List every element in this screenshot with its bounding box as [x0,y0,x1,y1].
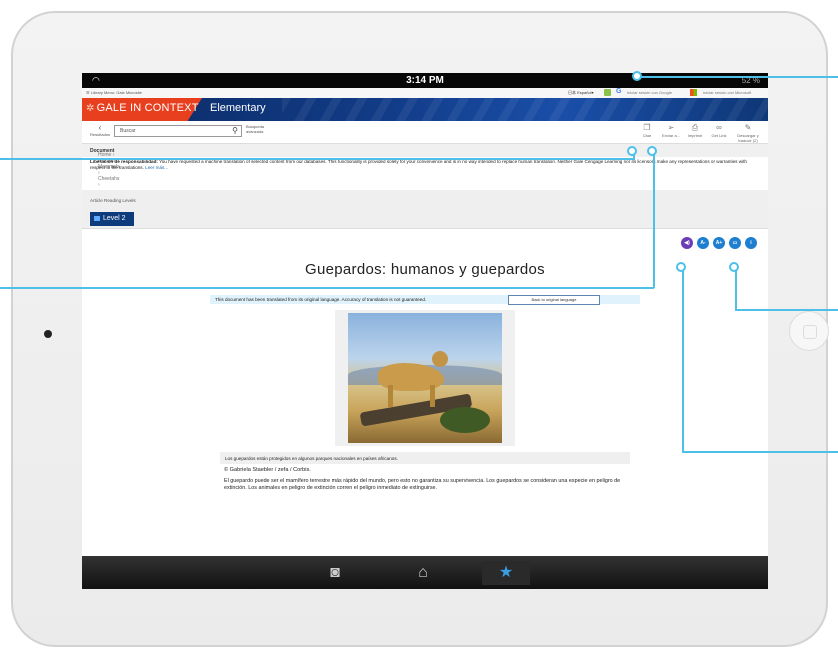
screen: ◠ 3:14 PM 52 % ☰ Library Menu: Gale Micr… [82,73,768,589]
library-menu-link[interactable]: ☰ Library Menu: Gale Microsite [86,90,142,95]
google-signin-link[interactable]: Iniciar sesión con Google [627,90,672,95]
callout-line-right-3 [735,309,838,311]
callout-dot-2 [647,146,657,156]
article-body: El guepardo puede ser el mamífero terres… [224,478,621,491]
cite-icon: ❐ [643,123,651,132]
level-2-button[interactable]: Level 2 [90,212,134,226]
callout-dot-4 [676,262,686,272]
translate-icon [604,89,611,96]
camera-icon[interactable]: ◙ [311,561,359,585]
product-level: Elementary [210,102,266,114]
reading-levels: Article Reading Levels Level 2 [82,190,768,229]
speaker-icon[interactable]: ◀) [681,237,693,249]
callout-connector-2 [653,154,655,288]
search-placeholder: Buscar [120,128,136,134]
breadcrumb: Home › Animals › Mammals › Cheetahs › Do… [82,144,768,188]
home-icon[interactable]: ⌂ [399,561,447,585]
advanced-search-link[interactable]: Búsqueda avanzada [246,124,270,134]
microsoft-icon [690,89,697,96]
microsoft-signin-link[interactable]: Iniciar sesión con Microsoft [703,90,751,95]
callout-dot-top [632,71,642,81]
photo-credit: © Gabriela Staebler / zefa / Corbis. [224,467,311,473]
callout-line-top [638,76,838,78]
increase-text-icon[interactable]: A+ [713,237,725,249]
send-button[interactable]: ➢ Enviar a... [662,123,680,143]
link-icon: ∞ [716,123,722,132]
reading-tools: ◀) A- A+ ▭ i [681,237,757,249]
search-input[interactable]: Buscar ⚲ [114,125,242,137]
reading-levels-label: Article Reading Levels [90,198,136,203]
callout-dot-3 [729,262,739,272]
send-icon: ➢ [667,123,675,132]
dictionary-icon[interactable]: ▭ [729,237,741,249]
get-link-button[interactable]: ∞ Get Link [710,123,728,143]
star-icon[interactable]: ★ [482,561,530,585]
document-tools: ❐ Citar ➢ Enviar a... ⎙ Imprimir ∞ Get Link … [638,123,762,143]
translation-notice: This document has been translated from i… [210,295,640,305]
print-icon: ⎙ [691,123,699,132]
download-button[interactable]: ✎ Descargar y traducir (2) [734,123,762,143]
back-to-original-button[interactable]: Back to original language [508,295,600,305]
callout-line-left-1 [0,158,634,160]
language-selector[interactable]: 日本 Español▾ [568,90,594,96]
tab-bar: ◙ ⌂ ★ [82,556,768,589]
callout-connector-4 [682,270,684,452]
level-icon [94,215,100,221]
decrease-text-icon[interactable]: A- [697,237,709,249]
callout-dot-1 [627,146,637,156]
info-icon[interactable]: i [745,237,757,249]
cite-button[interactable]: ❐ Citar [638,123,656,143]
callout-line-left-2 [0,287,654,289]
home-button[interactable] [789,311,829,351]
callout-line-right-4 [682,451,838,453]
gale-logo[interactable]: ✲ GALE IN CONTEXT [86,102,199,114]
cheetah-photo [335,310,515,446]
camera-lens [44,330,52,338]
document-title: Guepardos: humanos y guepardos [305,261,545,278]
back-to-results-button[interactable]: ‹ Resultados [90,123,110,137]
photo-caption: Los guepardos están protegidos en alguno… [220,452,630,464]
read-more-link[interactable]: Leer más... [145,165,168,170]
product-banner: ✲ GALE IN CONTEXT Elementary [82,98,768,121]
print-button[interactable]: ⎙ Imprimir [686,123,704,143]
search-icon[interactable]: ⚲ [232,126,238,135]
callout-connector-3 [735,270,737,310]
google-icon: G [616,88,622,95]
toolbar: ‹ Resultados Buscar ⚲ Búsqueda avanzada ❐… [82,121,768,144]
pencil-icon: ✎ [744,123,752,132]
translation-disclaimer: Liberación de responsabilidad: You have … [90,159,747,170]
